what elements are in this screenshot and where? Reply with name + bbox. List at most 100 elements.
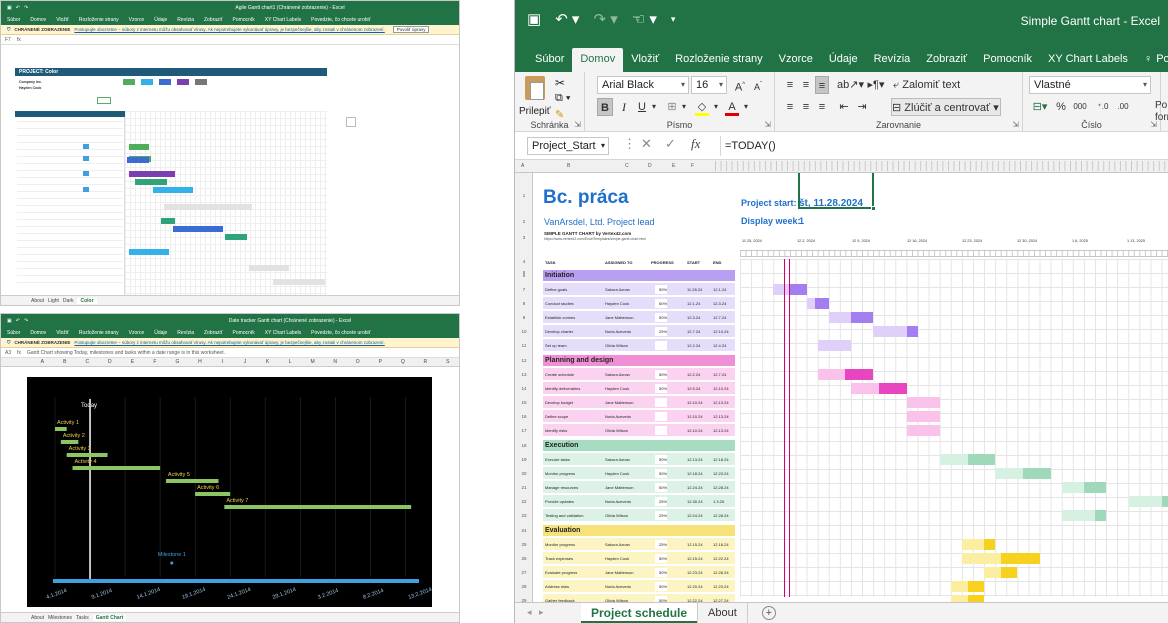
undo-icon[interactable]: ↶	[16, 318, 20, 324]
task-row[interactable]: Testing and validation Olivia Wilson 25% 12…	[543, 509, 735, 522]
row-number[interactable]: 26	[515, 556, 533, 561]
sheet-tab[interactable]: Color	[77, 297, 97, 304]
add-sheet-button[interactable]: +	[761, 606, 776, 620]
cut-icon[interactable]: ✂	[555, 76, 565, 90]
customize-qat-icon[interactable]: ▾	[671, 14, 676, 25]
row-number[interactable]: 22	[515, 499, 533, 504]
column-letter[interactable]: J	[234, 359, 257, 365]
shrink-font-icon[interactable]: Aˇ	[751, 76, 765, 94]
task-row[interactable]: Develop charter Nuria Acevedo 25% 12.7.24 12…	[543, 325, 735, 338]
sheet-tab[interactable]: Milestones	[48, 615, 72, 621]
row-number[interactable]: 17	[515, 428, 533, 433]
menu-tab[interactable]: Domov	[572, 48, 624, 72]
row-number[interactable]: 18	[515, 443, 533, 448]
tab-scroll-icon[interactable]: ◂ ▸	[527, 607, 544, 618]
menu-item[interactable]: Zobraziť	[204, 330, 223, 336]
redo-icon[interactable]: ↷	[24, 5, 28, 11]
fill-handle[interactable]	[871, 206, 876, 211]
menu-tab[interactable]: Revízia	[866, 48, 919, 72]
row-number[interactable]: 25	[515, 542, 533, 547]
column-letter[interactable]: D	[648, 163, 652, 169]
task-row[interactable]: Monitor progress Sakura Aznan 25% 12.15.24 1…	[543, 538, 735, 551]
merge-center-button[interactable]: ⊟ Zlúčiť a centrovať ▾	[891, 98, 1001, 116]
formula-input[interactable]: =TODAY()	[720, 136, 1168, 156]
name-box[interactable]: Project_Start ▾	[527, 137, 609, 155]
align-top-icon[interactable]: ≡	[783, 76, 797, 94]
column-letter[interactable]: Q	[392, 359, 415, 365]
row-number[interactable]: 12	[515, 358, 533, 363]
align-bottom-icon[interactable]: ≡	[815, 76, 829, 94]
task-row[interactable]: Define goals Sakura Aznan 50% 11.28.24 12.1.…	[543, 283, 735, 296]
column-letter[interactable]: C	[76, 359, 99, 365]
row-number[interactable]: 28	[515, 584, 533, 589]
align-right-icon[interactable]: ≡	[815, 98, 829, 116]
row-number[interactable]: 14	[515, 386, 533, 391]
bold-button[interactable]: B	[597, 98, 613, 116]
row-number[interactable]: 13	[515, 372, 533, 377]
accounting-format-icon[interactable]: ⊟▾	[1029, 98, 1051, 116]
column-letter[interactable]: B	[567, 163, 570, 169]
column-letter[interactable]: L	[279, 359, 302, 365]
menu-tab[interactable]: Vložiť	[623, 48, 667, 72]
task-row[interactable]: Address risks Nuria Acevedo 50% 12.20.24 12.…	[543, 580, 735, 593]
save-icon[interactable]: ▣	[527, 10, 541, 28]
sheet-tab[interactable]: Project schedule	[581, 603, 698, 623]
row-number[interactable]: 15	[515, 400, 533, 405]
menu-item[interactable]: Vzorce	[129, 330, 145, 336]
menu-tab[interactable]: Zobraziť	[918, 48, 975, 72]
row-number[interactable]: 21	[515, 485, 533, 490]
sheet-tab[interactable]: About	[31, 615, 44, 621]
menu-item[interactable]: Revízia	[177, 17, 194, 23]
column-letter[interactable]: G	[166, 359, 189, 365]
align-middle-icon[interactable]: ≡	[799, 76, 813, 94]
menu-item[interactable]: XY Chart Labels	[265, 17, 301, 23]
align-left-icon[interactable]: ≡	[783, 98, 797, 116]
menu-item[interactable]: Domov	[30, 17, 46, 23]
row-number[interactable]: 27	[515, 570, 533, 575]
paste-icon[interactable]	[525, 76, 545, 100]
menu-item[interactable]: Pomocník	[233, 330, 255, 336]
menu-item[interactable]: Revízia	[177, 330, 194, 336]
column-letter[interactable]: D	[99, 359, 122, 365]
chevron-down-icon[interactable]: ▾	[679, 98, 689, 116]
task-row[interactable]: Execute tasks Sakura Aznan 50% 12.13.24 12.1…	[543, 453, 735, 466]
row-number[interactable]: 16	[515, 414, 533, 419]
sheet-tab[interactable]: Dark	[63, 298, 74, 304]
menu-item[interactable]: Povedzte, čo chcete urobiť	[311, 17, 370, 23]
row-number[interactable]: 7	[515, 287, 533, 292]
column-letter[interactable]: S	[437, 359, 459, 365]
template-url[interactable]: https://www.vertex42.com/ExcelTemplates/…	[544, 237, 646, 241]
column-letter[interactable]: H	[189, 359, 212, 365]
decrease-indent-icon[interactable]: ⇤	[837, 98, 851, 116]
project-title[interactable]: Bc. práca	[543, 187, 629, 209]
percent-button[interactable]: %	[1055, 98, 1067, 116]
align-center-icon[interactable]: ≡	[799, 98, 813, 116]
section-header[interactable]: Initiation	[543, 270, 735, 281]
row-number[interactable]: 1	[515, 193, 533, 198]
dialog-launcher-icon[interactable]: ⇲	[1012, 120, 1019, 129]
column-letter[interactable]: F	[144, 359, 167, 365]
redo-icon[interactable]: ↷	[24, 318, 28, 324]
font-size-select[interactable]: 16 ▾	[691, 76, 727, 94]
fx-icon[interactable]: fx	[691, 136, 700, 152]
row-number[interactable]: 6	[515, 273, 533, 278]
column-letter[interactable]: P	[369, 359, 392, 365]
column-letter[interactable]: O	[346, 359, 369, 365]
row-number[interactable]: 8	[515, 301, 533, 306]
grow-font-icon[interactable]: A^	[733, 76, 747, 94]
column-letter[interactable]: C	[625, 163, 629, 169]
column-letter[interactable]: I	[211, 359, 234, 365]
menu-item[interactable]: Domov	[30, 330, 46, 336]
number-format-select[interactable]: Vlastné ▾	[1029, 76, 1151, 94]
column-letter[interactable]: K	[256, 359, 279, 365]
task-row[interactable]: Establish comms Jane Mattenson 50% 12.3.24 1…	[543, 311, 735, 324]
fill-color-icon[interactable]: ◇	[695, 98, 709, 116]
row-number[interactable]: 4	[515, 259, 533, 264]
column-letter[interactable]: M	[301, 359, 324, 365]
enter-icon[interactable]: ✓	[665, 136, 676, 152]
menu-item[interactable]: XY Chart Labels	[265, 330, 301, 336]
task-row[interactable]: Define scope Nuria Acevedo 12.10.24 12.13.2…	[543, 410, 735, 423]
menu-tab[interactable]: XY Chart Labels	[1040, 48, 1136, 72]
company-name[interactable]: VanArsdel, Ltd.	[544, 217, 605, 227]
menu-tab[interactable]: Súbor	[527, 48, 572, 72]
